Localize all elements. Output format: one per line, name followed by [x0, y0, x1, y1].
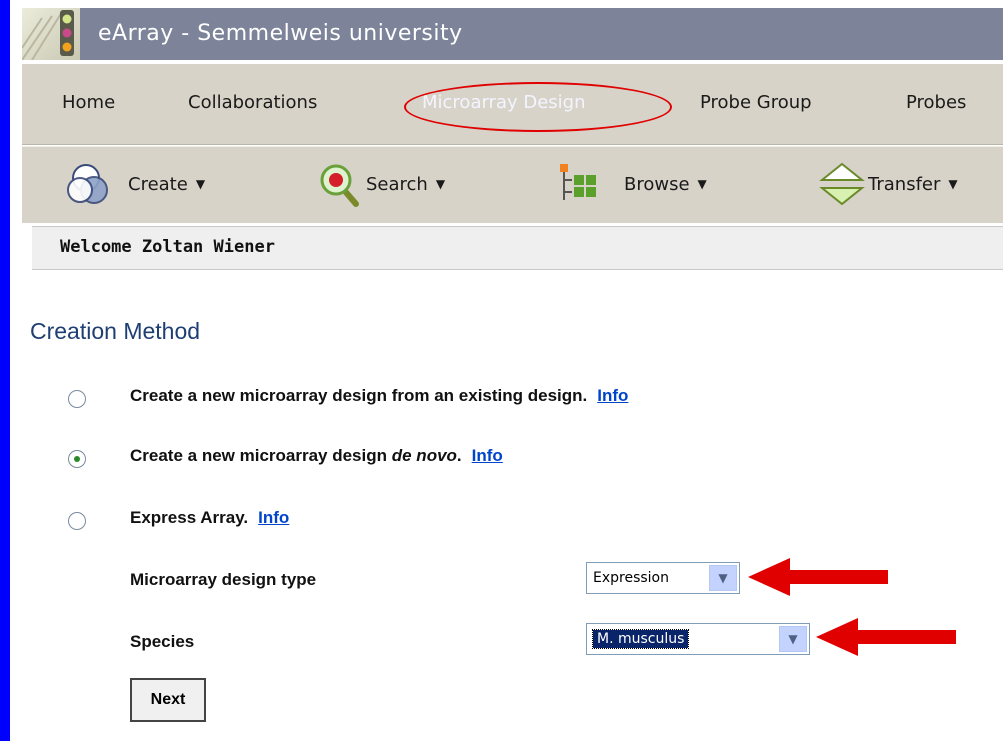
transfer-arrows-icon — [819, 162, 865, 206]
welcome-text: Welcome Zoltan Wiener — [60, 237, 275, 257]
search-menu-button[interactable]: Search ▼ — [316, 160, 445, 208]
search-magnifier-icon — [320, 164, 359, 207]
species-select[interactable]: M. musculus ▼ — [586, 623, 810, 655]
browse-grid-icon — [560, 164, 596, 200]
transfer-menu-button[interactable]: Transfer ▼ — [818, 160, 958, 208]
nav-home[interactable]: Home — [62, 92, 115, 113]
create-circles-icon — [67, 164, 108, 204]
nav-probes[interactable]: Probes — [906, 92, 966, 113]
species-label: Species — [130, 632, 195, 651]
design-type-label: Microarray design type — [130, 570, 317, 589]
nav-probe-group[interactable]: Probe Group — [700, 92, 812, 113]
option-de-novo-emphasis: de novo — [391, 446, 457, 465]
nav-collaborations[interactable]: Collaborations — [188, 92, 317, 113]
section-title: Creation Method — [30, 318, 201, 344]
design-type-select[interactable]: Expression ▼ — [586, 562, 740, 594]
annotation-ellipse — [404, 82, 672, 132]
design-type-value: Expression — [593, 570, 669, 586]
dropdown-arrow-icon: ▼ — [709, 565, 737, 591]
search-label: Search — [366, 173, 428, 195]
app-title: eArray - Semmelweis university — [98, 21, 463, 46]
option-existing-label: Create a new microarray design from an e… — [130, 386, 588, 405]
chevron-down-icon: ▼ — [195, 177, 206, 191]
traffic-light-logo-icon — [22, 8, 80, 60]
option-de-novo-label: Create a new microarray design — [130, 446, 388, 465]
transfer-label: Transfer — [868, 173, 941, 195]
chevron-down-icon: ▼ — [435, 177, 446, 191]
create-label: Create — [128, 173, 188, 195]
radio-express-array[interactable] — [68, 512, 86, 530]
option-express-array: Express Array. Info — [130, 508, 289, 528]
annotation-arrow-species — [816, 618, 956, 656]
option-express-label: Express Array. — [130, 508, 249, 527]
welcome-bar: Welcome Zoltan Wiener — [32, 226, 1003, 270]
annotation-arrow-design-type — [748, 558, 888, 596]
dropdown-arrow-icon: ▼ — [779, 626, 807, 652]
radio-existing-design[interactable] — [68, 390, 86, 408]
create-menu-button[interactable]: Create ▼ — [64, 160, 205, 208]
info-link-express[interactable]: Info — [258, 508, 289, 527]
option-existing-design: Create a new microarray design from an e… — [130, 386, 628, 406]
browse-label: Browse — [624, 173, 690, 195]
option-de-novo: Create a new microarray design de novo. I… — [130, 446, 503, 466]
info-link-existing[interactable]: Info — [597, 386, 628, 405]
info-link-de-novo[interactable]: Info — [472, 446, 503, 465]
chevron-down-icon: ▼ — [697, 177, 707, 191]
next-button[interactable]: Next — [130, 678, 206, 722]
browse-menu-button[interactable]: Browse ▼ — [558, 160, 707, 208]
chevron-down-icon: ▼ — [948, 177, 958, 191]
radio-de-novo[interactable] — [68, 450, 86, 468]
species-value: M. musculus — [591, 629, 690, 649]
option-de-novo-period: . — [456, 446, 462, 465]
